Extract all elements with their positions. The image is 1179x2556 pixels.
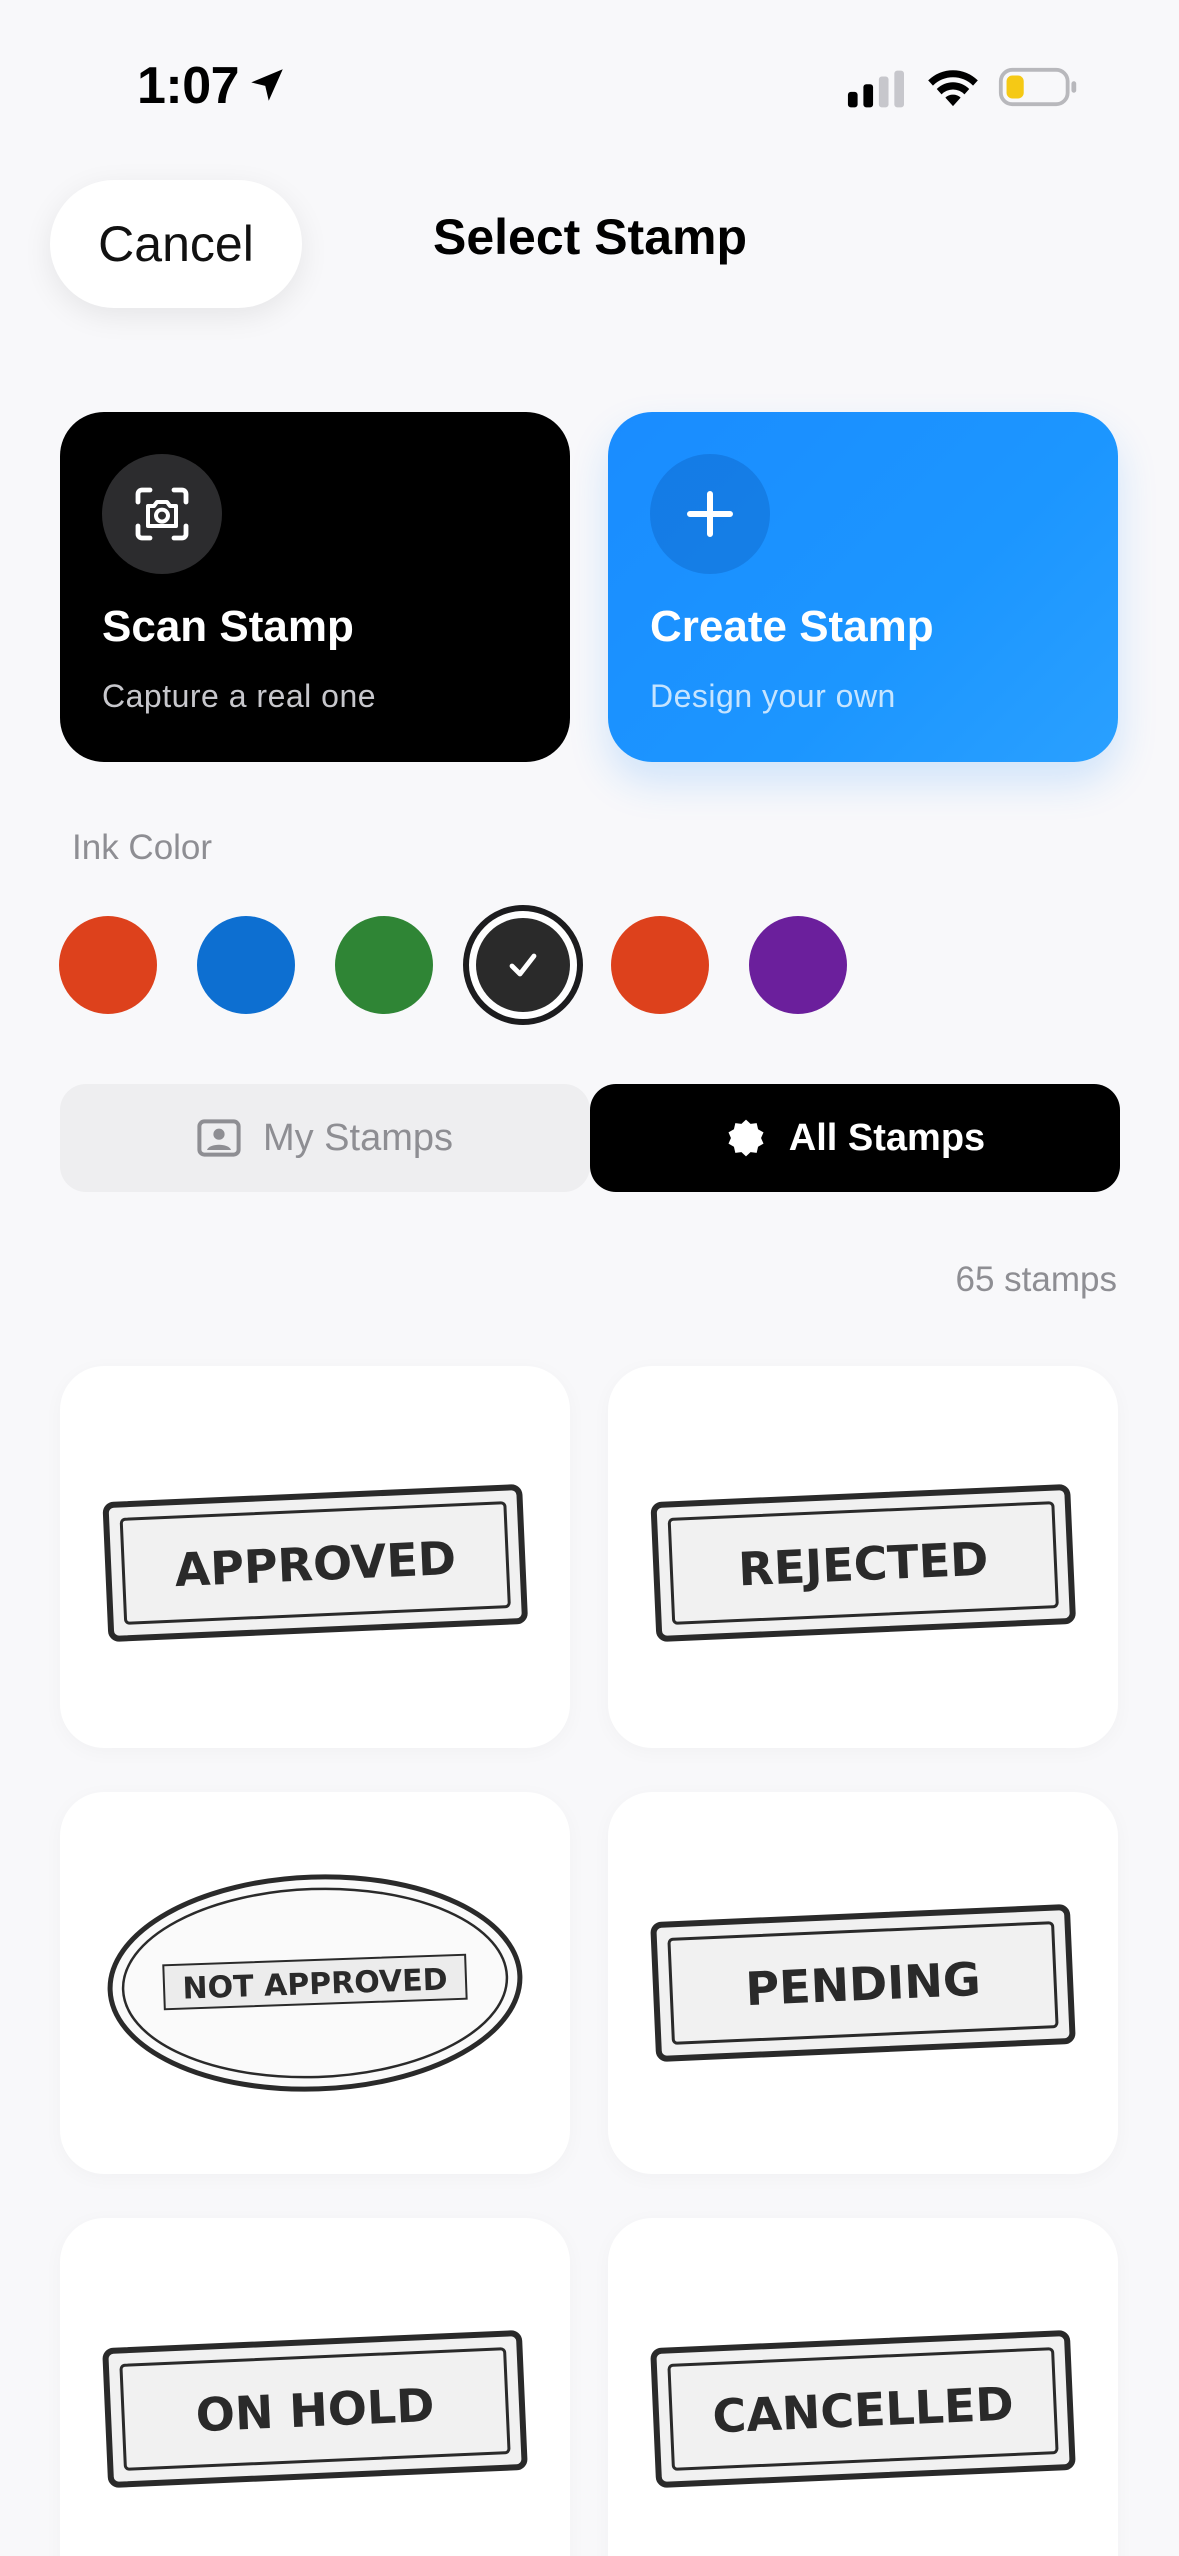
ink-swatch-orange[interactable] <box>611 916 709 1014</box>
stamp-tile-approved[interactable]: APPROVED <box>60 1366 570 1748</box>
photo-person-icon <box>197 1119 241 1157</box>
wifi-icon <box>928 70 978 107</box>
checkmark-icon <box>509 953 537 977</box>
stamp-on-hold-graphic: ON HOLD <box>102 2330 528 2488</box>
cellular-signal-icon <box>847 70 904 108</box>
ink-swatch-red[interactable] <box>59 916 157 1014</box>
status-time: 1:07 <box>137 57 240 115</box>
stamp-cancelled-graphic: CANCELLED <box>650 2330 1076 2488</box>
stamp-rejected-graphic: REJECTED <box>650 1484 1076 1642</box>
scan-stamp-card[interactable]: Scan Stamp Capture a real one <box>60 412 570 762</box>
stamp-tile-rejected[interactable]: REJECTED <box>608 1366 1118 1748</box>
stamp-pending-label: PENDING <box>744 1952 981 2016</box>
tab-my-stamps-label: My Stamps <box>262 1116 454 1159</box>
ink-swatch-black-selected[interactable] <box>463 905 583 1025</box>
stamp-tile-pending[interactable]: PENDING <box>608 1792 1118 2174</box>
battery-icon <box>998 67 1077 107</box>
tab-my-stamps[interactable]: My Stamps <box>60 1084 590 1192</box>
stamp-tile-cancelled[interactable]: CANCELLED <box>608 2218 1118 2556</box>
create-stamp-title: Create Stamp <box>650 602 934 651</box>
camera-scan-icon <box>102 454 222 574</box>
stamp-on-hold-label: ON HOLD <box>195 2378 436 2442</box>
stamp-count: 65 stamps <box>955 1260 1117 1299</box>
create-stamp-subtitle: Design your own <box>650 678 896 714</box>
seal-badge-icon <box>728 1119 764 1157</box>
scan-stamp-title: Scan Stamp <box>102 602 354 651</box>
stamp-rejected-label: REJECTED <box>737 1532 989 1597</box>
location-arrow-icon <box>251 69 283 101</box>
stamp-tile-not-approved[interactable]: NOT APPROVED <box>60 1792 570 2174</box>
ink-color-label: Ink Color <box>72 828 213 867</box>
stamp-approved-graphic: APPROVED <box>102 1484 528 1642</box>
stamp-pending-graphic: PENDING <box>650 1904 1076 2062</box>
tab-all-stamps[interactable]: All Stamps <box>590 1084 1120 1192</box>
ink-swatch-purple[interactable] <box>749 916 847 1014</box>
stamp-tile-on-hold[interactable]: ON HOLD <box>60 2218 570 2556</box>
page-title: Select Stamp <box>432 209 747 265</box>
tab-all-stamps-label: All Stamps <box>788 1116 986 1159</box>
plus-icon <box>650 454 770 574</box>
ink-swatch-green[interactable] <box>335 916 433 1014</box>
stamp-not-approved-graphic: NOT APPROVED <box>107 1874 523 2092</box>
ink-swatch-blue[interactable] <box>197 916 295 1014</box>
create-stamp-card[interactable]: Create Stamp Design your own <box>608 412 1118 762</box>
cancel-button[interactable]: Cancel <box>50 180 302 308</box>
scan-stamp-subtitle: Capture a real one <box>102 678 377 714</box>
status-bar: 1:07 <box>0 0 1179 150</box>
